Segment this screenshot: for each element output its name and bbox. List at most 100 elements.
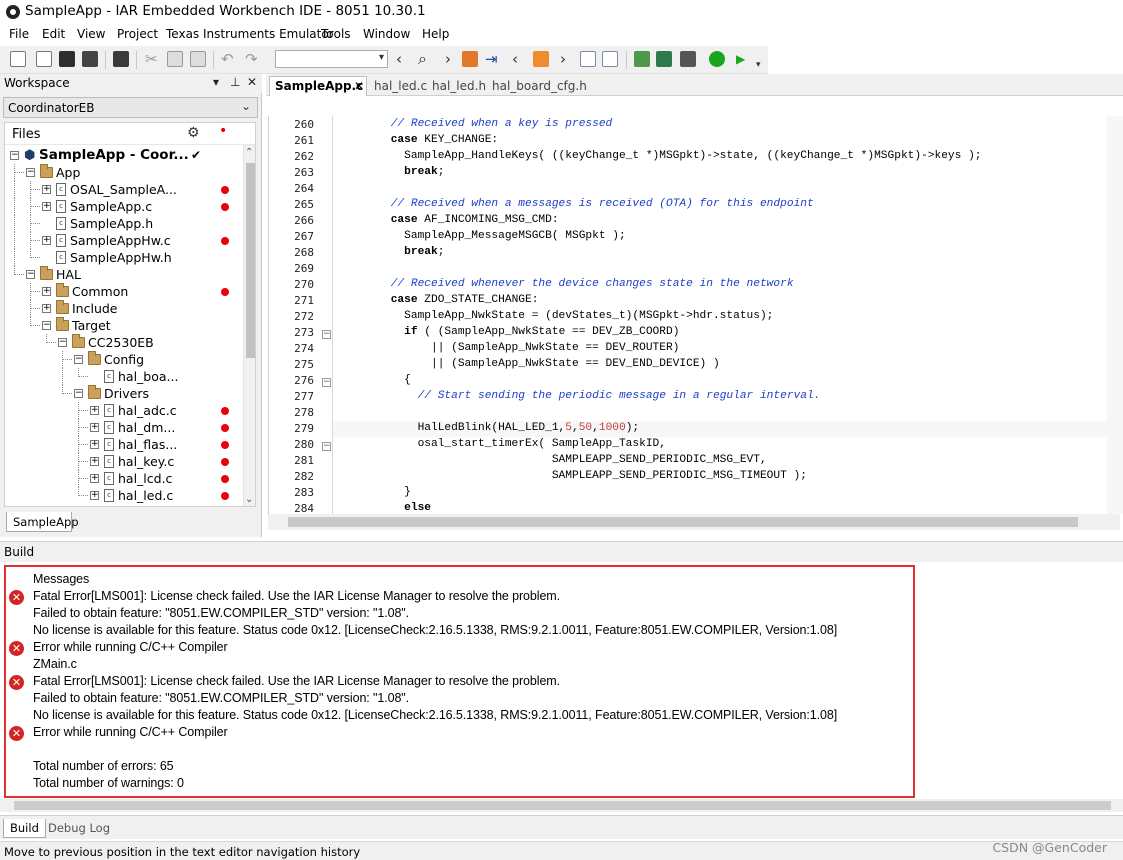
tree-row-file[interactable]: + c hal_key.c	[5, 453, 243, 470]
save-icon[interactable]	[59, 51, 75, 67]
chevron-up-icon[interactable]: ⌃	[245, 147, 253, 158]
replace-icon[interactable]	[462, 51, 478, 67]
new-file-icon[interactable]	[10, 51, 26, 67]
build-horizontal-scrollbar[interactable]	[0, 799, 1123, 812]
tree-row-file[interactable]: + c hal_dm...	[5, 419, 243, 436]
menu-edit[interactable]: Edit	[42, 27, 65, 41]
copy-icon[interactable]	[167, 51, 183, 67]
collapse-icon[interactable]: −	[26, 168, 35, 177]
configuration-select[interactable]: CoordinatorEB ⌄	[3, 97, 258, 118]
collapse-icon[interactable]: −	[74, 389, 83, 398]
tree-row-folder[interactable]: − Target	[5, 317, 243, 334]
expand-icon[interactable]: +	[42, 304, 51, 313]
editor-horizontal-scrollbar[interactable]	[268, 514, 1120, 530]
compile-icon[interactable]	[634, 51, 650, 67]
expand-icon[interactable]: +	[90, 491, 99, 500]
toolbar-overflow-icon[interactable]: ▾	[756, 56, 761, 74]
tree-row-file[interactable]: + c OSAL_SampleA...	[5, 181, 243, 198]
tree-scrollbar[interactable]: ⌃ ⌄	[243, 145, 255, 506]
expand-icon[interactable]: +	[42, 236, 51, 245]
tree-row-folder[interactable]: − Config	[5, 351, 243, 368]
tree-scroll-thumb[interactable]	[246, 163, 255, 358]
tree-row-folder[interactable]: − Drivers	[5, 385, 243, 402]
close-icon[interactable]: ✕	[354, 79, 364, 93]
tree-row-folder[interactable]: + Common	[5, 283, 243, 300]
nav-back-icon[interactable]: ‹	[396, 50, 402, 68]
tree-row-folder[interactable]: + Include	[5, 300, 243, 317]
tree-row-folder[interactable]: − HAL	[5, 266, 243, 283]
cut-icon[interactable]: ✂	[145, 50, 158, 68]
tab-hal-led-h[interactable]: hal_led.h	[430, 76, 488, 96]
tree-row-file[interactable]: + c hal_led.c	[5, 487, 243, 504]
tree-row-file[interactable]: c SampleApp.h	[5, 215, 243, 232]
goto-icon[interactable]: ⇥	[485, 50, 498, 68]
make-icon[interactable]	[656, 51, 672, 67]
redo-icon[interactable]: ↷	[245, 50, 258, 68]
collapse-icon[interactable]: −	[10, 151, 19, 160]
fold-toggle-icon[interactable]: −	[322, 330, 331, 339]
tree-row-folder[interactable]: − CC2530EB	[5, 334, 243, 351]
gear-icon[interactable]: ⚙	[187, 125, 200, 141]
tab-debug-log[interactable]: Debug Log	[42, 819, 116, 838]
prev-bookmark-icon[interactable]: ‹	[512, 50, 518, 68]
menu-help[interactable]: Help	[422, 27, 449, 41]
expand-icon[interactable]: +	[90, 406, 99, 415]
expand-icon[interactable]: +	[90, 474, 99, 483]
expand-icon[interactable]: +	[42, 185, 51, 194]
next-bookmark-icon[interactable]: ›	[560, 50, 566, 68]
next-error-icon[interactable]	[602, 51, 618, 67]
tree-row-file[interactable]: + c hal_adc.c	[5, 402, 243, 419]
menu-ti-emulator[interactable]: Texas Instruments Emulator	[166, 27, 334, 41]
tree-row-file[interactable]: + c SampleApp.c	[5, 198, 243, 215]
print-icon[interactable]	[113, 51, 129, 67]
workspace-tab-sampleapp[interactable]: SampleApp	[6, 512, 79, 532]
menu-view[interactable]: View	[77, 27, 105, 41]
expand-icon[interactable]: +	[90, 423, 99, 432]
debug-without-download-icon[interactable]: ▶	[736, 50, 745, 68]
fold-toggle-icon[interactable]: −	[322, 442, 331, 451]
pin-icon[interactable]: ⊥	[230, 75, 240, 89]
tree-row-project[interactable]: − ⬢ SampleApp - Coor... ✔	[5, 147, 243, 164]
save-all-icon[interactable]	[82, 51, 98, 67]
menu-tools[interactable]: Tools	[321, 27, 351, 41]
toolbar-combo[interactable]	[275, 50, 388, 68]
tab-hal-led-c[interactable]: hal_led.c	[372, 76, 428, 96]
editor-vertical-scrollbar[interactable]	[1107, 116, 1123, 514]
expand-icon[interactable]: +	[90, 457, 99, 466]
open-file-icon[interactable]	[36, 51, 52, 67]
download-debug-icon[interactable]	[709, 51, 725, 67]
tree-row-folder[interactable]: − App	[5, 164, 243, 181]
tree-row-file[interactable]: + c hal_lcd.c	[5, 470, 243, 487]
paste-icon[interactable]	[190, 51, 206, 67]
editor-scroll-thumb[interactable]	[288, 517, 1078, 527]
prev-error-icon[interactable]	[580, 51, 596, 67]
expand-icon[interactable]: +	[90, 440, 99, 449]
tree-row-file[interactable]: + c hal_flas...	[5, 436, 243, 453]
menu-file[interactable]: File	[9, 27, 29, 41]
menu-project[interactable]: Project	[117, 27, 158, 41]
undo-icon[interactable]: ↶	[221, 50, 234, 68]
chevron-down-icon[interactable]: ⌄	[245, 494, 253, 505]
expand-icon[interactable]: +	[42, 287, 51, 296]
code-editor[interactable]: 260 261 262 263 264 265 266 267 268 269 270 271 272 2…	[268, 116, 1120, 514]
nav-forward-icon[interactable]: ›	[445, 50, 451, 68]
collapse-icon[interactable]: −	[74, 355, 83, 364]
tab-sampleapp-c[interactable]: SampleApp.c ✕	[269, 76, 367, 96]
expand-icon[interactable]: +	[42, 202, 51, 211]
tab-hal-board-cfg-h[interactable]: hal_board_cfg.h	[490, 76, 587, 96]
collapse-icon[interactable]: −	[58, 338, 67, 347]
toggle-bookmark-icon[interactable]	[533, 51, 549, 67]
close-icon[interactable]: ✕	[247, 75, 257, 89]
collapse-icon[interactable]: −	[42, 321, 51, 330]
tree-row-file[interactable]: c SampleAppHw.h	[5, 249, 243, 266]
tree-row-file[interactable]: c hal_boa...	[5, 368, 243, 385]
menu-window[interactable]: Window	[363, 27, 410, 41]
tab-build[interactable]: Build	[3, 819, 46, 838]
chevron-down-icon[interactable]: ▾	[213, 75, 219, 89]
tree-row-file[interactable]: + c SampleAppHw.c	[5, 232, 243, 249]
stop-build-icon[interactable]	[680, 51, 696, 67]
build-scroll-thumb[interactable]	[14, 801, 1111, 810]
find-icon[interactable]: ⌕	[418, 50, 427, 68]
collapse-icon[interactable]: −	[26, 270, 35, 279]
fold-toggle-icon[interactable]: −	[322, 378, 331, 387]
